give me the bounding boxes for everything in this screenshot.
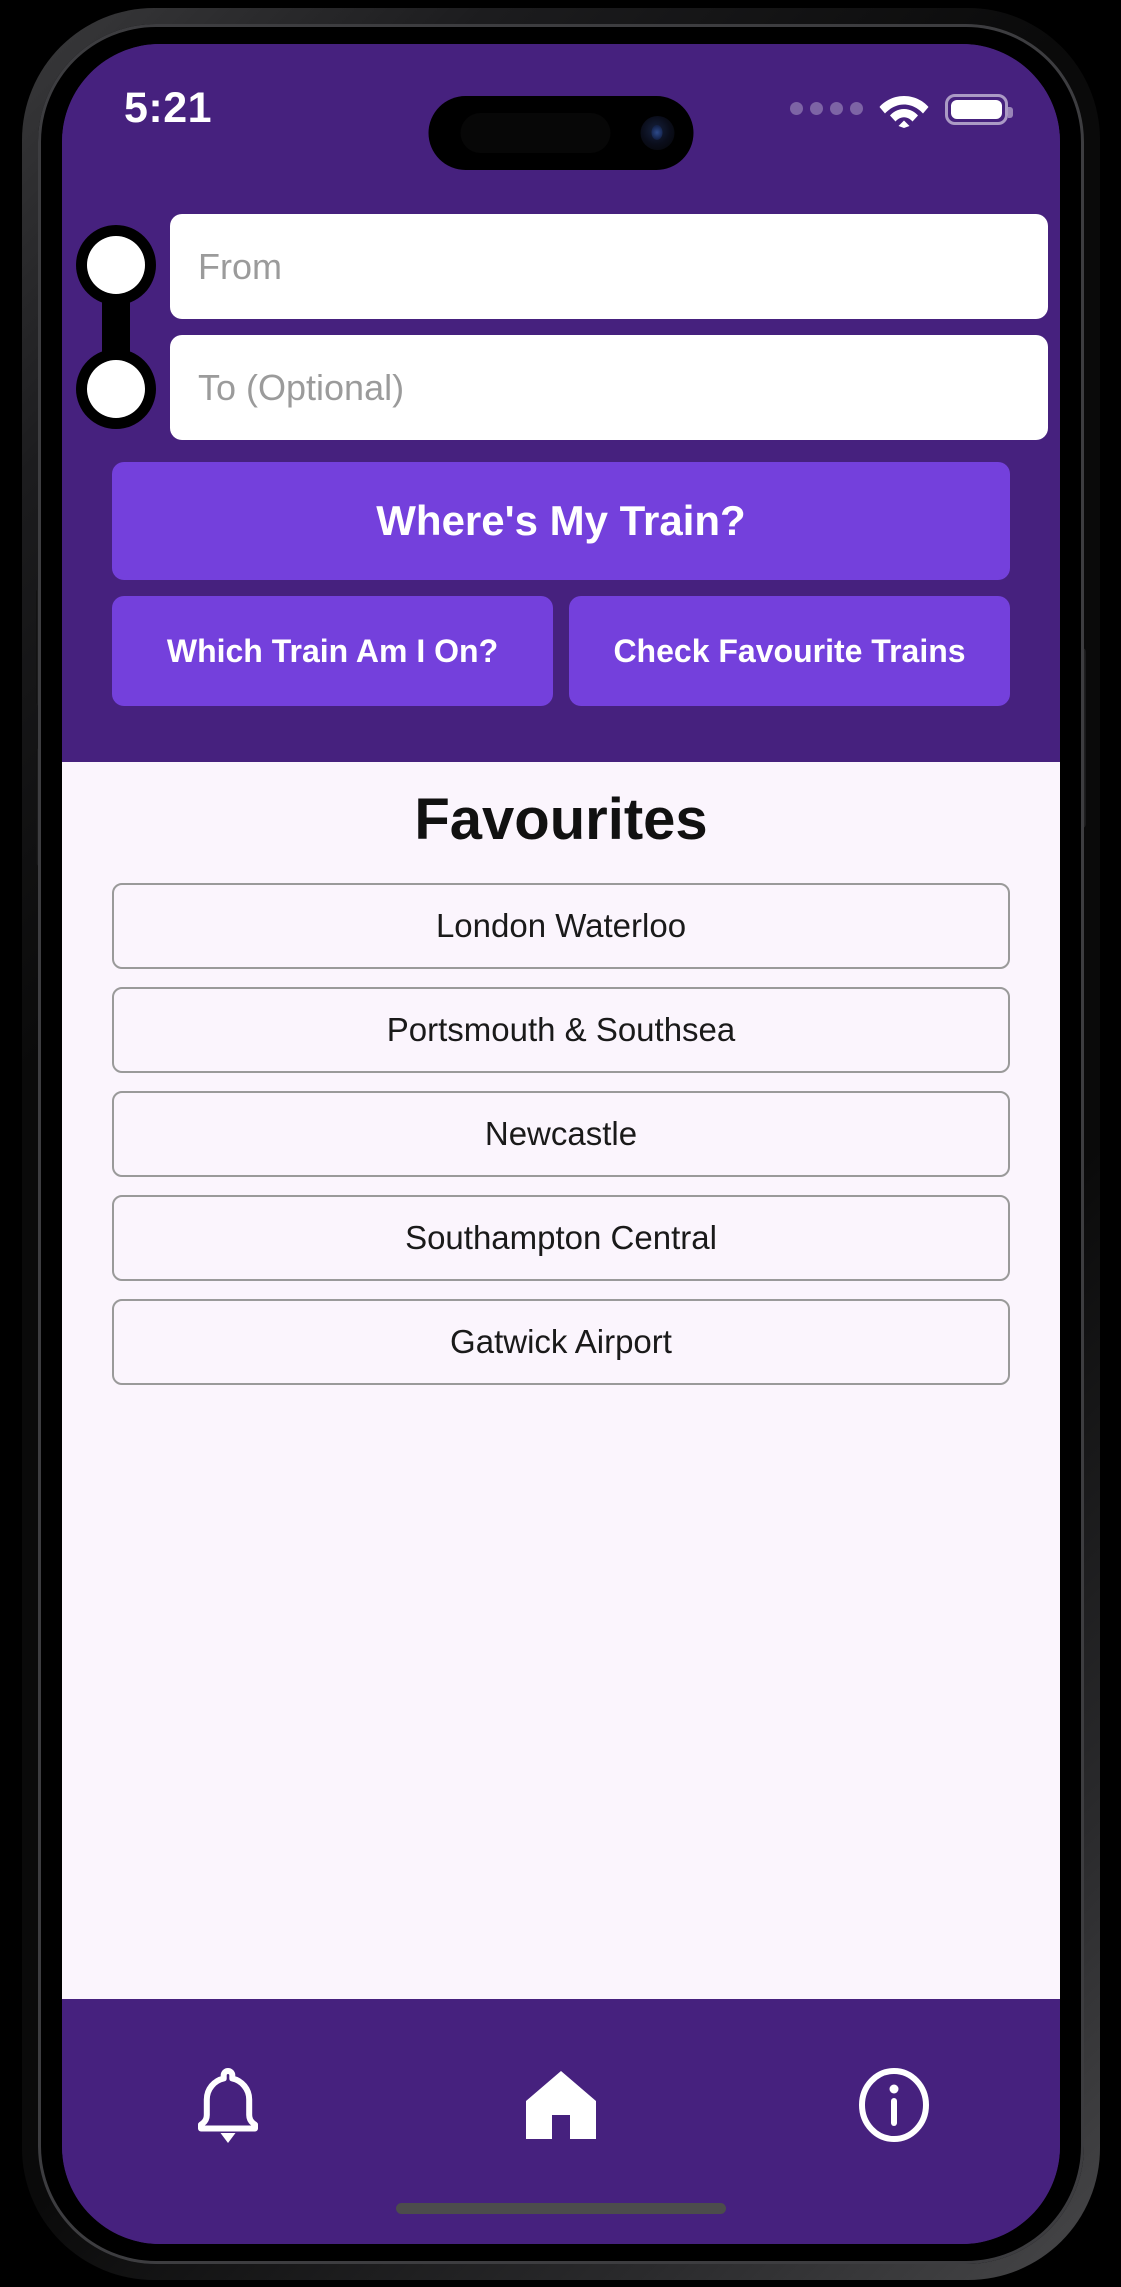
journey-fields	[170, 214, 1060, 440]
phone-device-frame: Where's My Train? Which Train Am I On? C…	[22, 8, 1100, 2280]
status-icons	[790, 90, 1013, 128]
nav-notifications-button[interactable]	[168, 2051, 288, 2161]
wifi-icon	[879, 90, 929, 128]
secondary-actions-row: Which Train Am I On? Check Favourite Tra…	[112, 596, 1010, 724]
wheres-my-train-button[interactable]: Where's My Train?	[112, 462, 1010, 580]
which-train-am-i-on-button[interactable]: Which Train Am I On?	[112, 596, 553, 706]
phone-screen: Where's My Train? Which Train Am I On? C…	[62, 44, 1060, 2244]
favourite-item-southampton-central[interactable]: Southampton Central	[112, 1195, 1010, 1281]
front-camera	[640, 116, 675, 150]
favourite-item-london-waterloo[interactable]: London Waterloo	[112, 883, 1010, 969]
home-indicator[interactable]	[396, 2203, 726, 2214]
to-input[interactable]	[170, 335, 1048, 440]
check-favourite-trains-button[interactable]: Check Favourite Trains	[569, 596, 1010, 706]
battery-full-icon	[945, 93, 1013, 125]
signal-dots-icon	[790, 101, 863, 117]
route-dots-icon	[62, 214, 170, 440]
bell-icon	[192, 2065, 264, 2148]
earpiece-speaker	[460, 113, 611, 153]
favourites-title: Favourites	[414, 787, 708, 852]
nav-home-button[interactable]	[501, 2051, 621, 2161]
nav-info-button[interactable]	[834, 2051, 954, 2161]
from-input[interactable]	[170, 214, 1048, 319]
dynamic-island	[428, 96, 694, 170]
bottom-navigation-bar	[62, 1999, 1060, 2244]
favourite-item-portsmouth-southsea[interactable]: Portsmouth & Southsea	[112, 987, 1010, 1073]
favourite-item-gatwick-airport[interactable]: Gatwick Airport	[112, 1299, 1010, 1385]
journey-search-row	[62, 214, 1060, 440]
favourite-item-newcastle[interactable]: Newcastle	[112, 1091, 1010, 1177]
home-icon	[522, 2069, 600, 2144]
status-time: 5:21	[124, 83, 213, 132]
favourites-panel: Favourites London Waterloo Portsmouth & …	[62, 762, 1060, 1999]
info-circle-icon	[857, 2067, 931, 2146]
